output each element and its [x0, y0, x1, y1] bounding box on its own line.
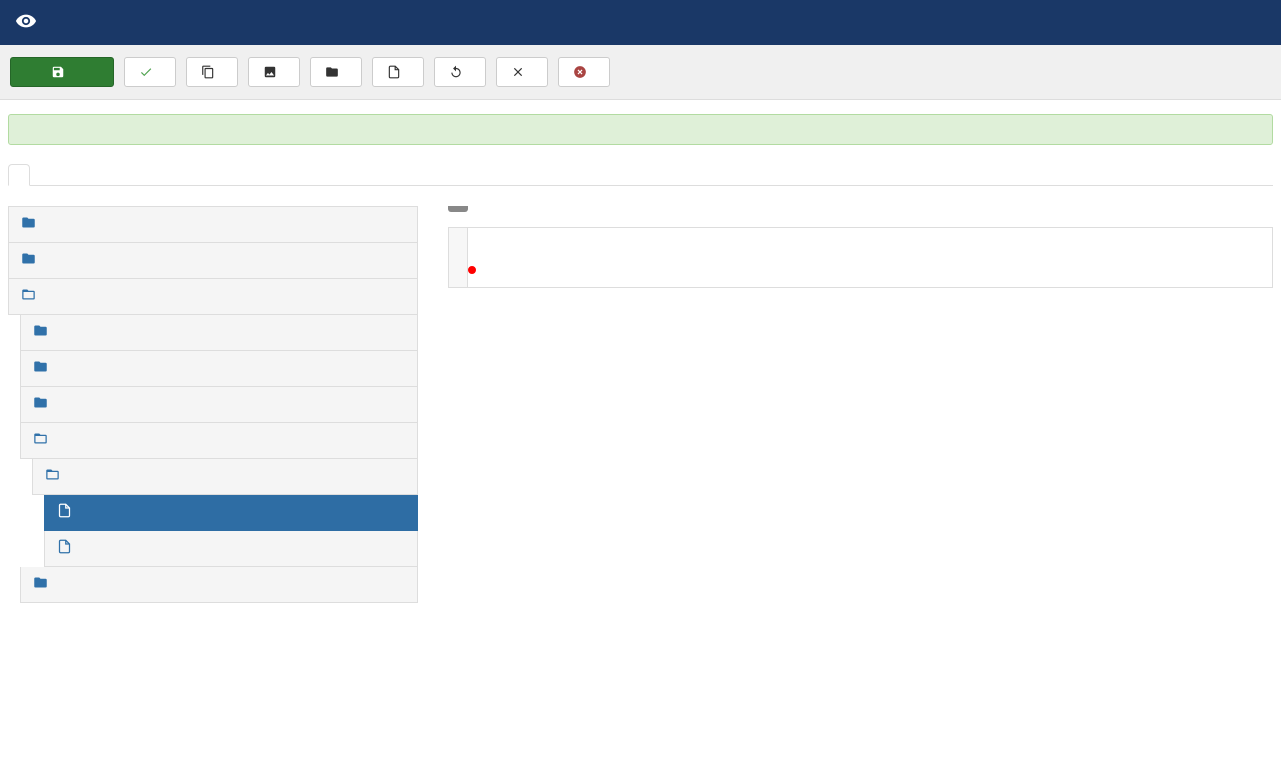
- folder-icon: [21, 215, 36, 234]
- save-close-button[interactable]: [124, 57, 176, 87]
- tree-folder-com-content[interactable]: [20, 351, 418, 387]
- tree-file-default-php[interactable]: [44, 495, 418, 531]
- folder-icon: [33, 359, 48, 378]
- folder-open-icon: [33, 431, 48, 450]
- rename-file-button[interactable]: [434, 57, 486, 87]
- code-editor[interactable]: [448, 227, 1273, 288]
- folder-icon: [33, 323, 48, 342]
- folder-icon: [21, 251, 36, 270]
- eye-icon: [15, 10, 37, 35]
- cancel-icon: [573, 65, 587, 79]
- close-file-button[interactable]: [558, 57, 610, 87]
- code-body[interactable]: [468, 228, 1272, 287]
- new-file-button[interactable]: [372, 57, 424, 87]
- message-alert: [8, 114, 1273, 145]
- file-icon: [387, 65, 401, 79]
- file-icon: [57, 539, 72, 558]
- tree-folder-form[interactable]: [8, 243, 418, 279]
- tab-editor[interactable]: [8, 164, 30, 186]
- copy-icon: [201, 65, 215, 79]
- tree-folder-com-kunena[interactable]: [20, 567, 418, 603]
- copy-template-button[interactable]: [186, 57, 238, 87]
- tabs: [8, 163, 1273, 186]
- folder-open-icon: [21, 287, 36, 306]
- fullscreen-hint: [448, 206, 468, 212]
- tree-folder-com-contact[interactable]: [20, 315, 418, 351]
- tree-folder-com-finder[interactable]: [20, 387, 418, 423]
- file-tree: [8, 206, 418, 603]
- image-icon: [263, 65, 277, 79]
- tab-template-description[interactable]: [98, 164, 118, 186]
- tree-folder-com-focalpoint[interactable]: [20, 423, 418, 459]
- code-panel: [448, 206, 1273, 603]
- template-preview-button[interactable]: [248, 57, 300, 87]
- file-icon: [57, 503, 72, 522]
- folder-open-icon: [45, 467, 60, 486]
- save-button[interactable]: [10, 57, 114, 87]
- tab-create-overrides[interactable]: [54, 164, 74, 186]
- toolbar: [0, 45, 1281, 100]
- delete-file-button[interactable]: [496, 57, 548, 87]
- check-icon: [139, 65, 153, 79]
- apply-icon: [51, 65, 65, 79]
- page-header: [0, 0, 1281, 45]
- tree-folder-css[interactable]: [8, 206, 418, 243]
- close-icon: [511, 65, 525, 79]
- line-gutter: [449, 228, 468, 287]
- folder-icon: [325, 65, 339, 79]
- manage-folders-button[interactable]: [310, 57, 362, 87]
- highlight-box: [468, 266, 476, 274]
- folder-icon: [33, 395, 48, 414]
- tree-file-default-google-php[interactable]: [44, 531, 418, 567]
- tree-folder-location[interactable]: [32, 459, 418, 495]
- folder-icon: [33, 575, 48, 594]
- tree-folder-html[interactable]: [8, 279, 418, 315]
- rename-icon: [449, 65, 463, 79]
